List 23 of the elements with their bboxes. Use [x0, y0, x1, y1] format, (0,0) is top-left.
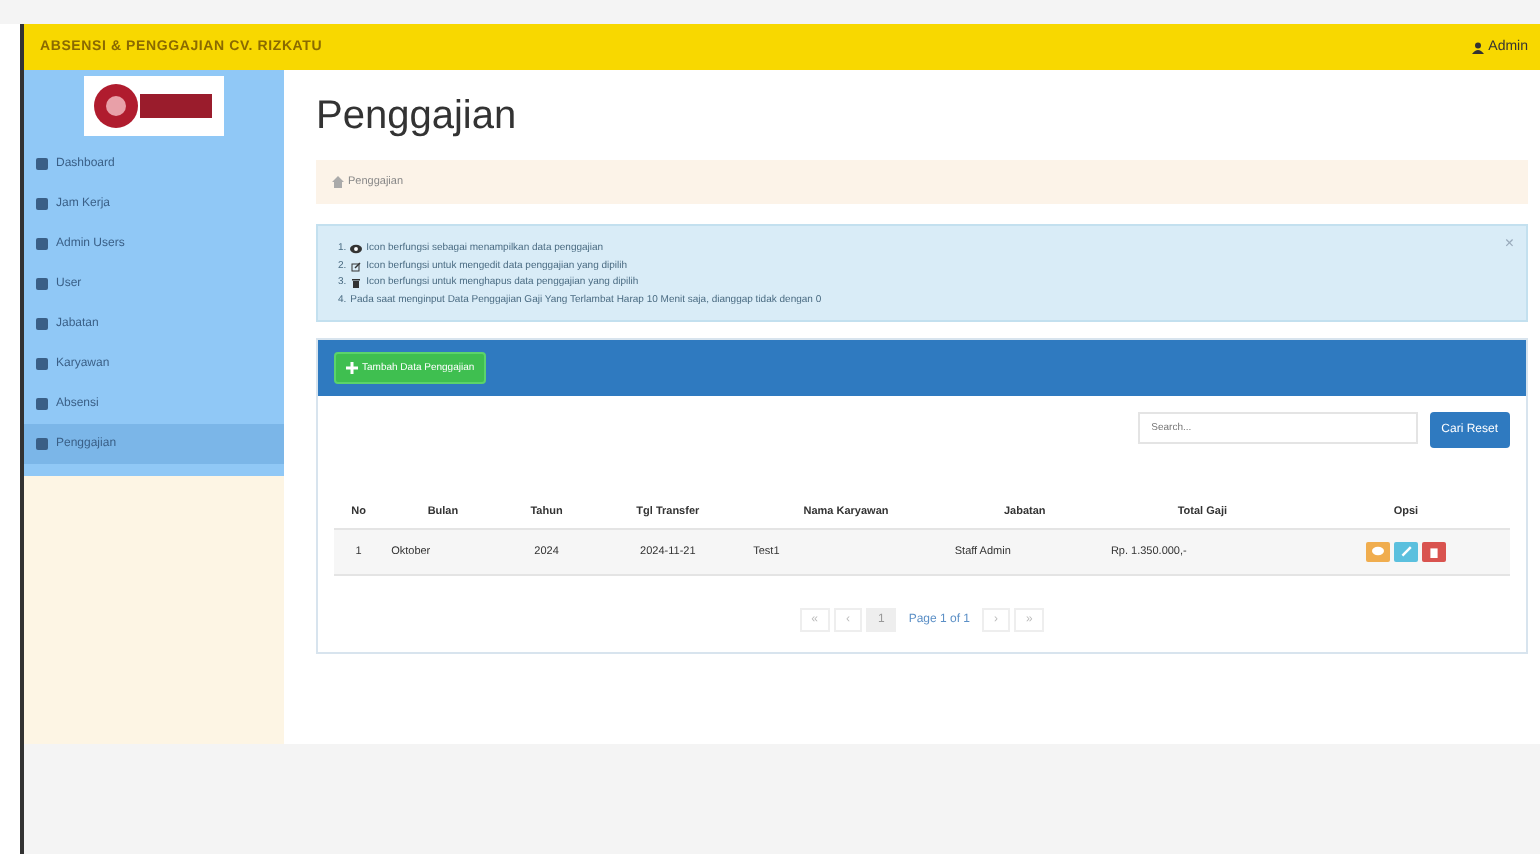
eye-icon — [1371, 546, 1384, 556]
menu-icon — [36, 438, 48, 450]
menu-icon — [36, 278, 48, 290]
user-icon — [1472, 41, 1485, 53]
menu-icon — [36, 198, 48, 210]
edit-icon — [350, 261, 363, 271]
menu-icon — [36, 398, 48, 410]
page-title: Penggajian — [316, 94, 519, 140]
plus-icon — [346, 361, 358, 373]
home-icon — [332, 176, 344, 188]
edit-button[interactable] — [1393, 541, 1418, 561]
edit-icon — [1399, 545, 1412, 557]
menu-icon — [36, 238, 48, 250]
eye-icon — [350, 244, 363, 254]
delete-button[interactable] — [1421, 541, 1446, 561]
close-button[interactable]: × — [1504, 234, 1514, 252]
view-button[interactable] — [1365, 541, 1390, 561]
menu-icon — [36, 158, 48, 170]
trash-icon — [350, 278, 363, 288]
menu-icon — [36, 358, 48, 370]
company-logo — [84, 76, 224, 136]
trash-icon — [1427, 545, 1440, 557]
menu-icon — [36, 318, 48, 330]
